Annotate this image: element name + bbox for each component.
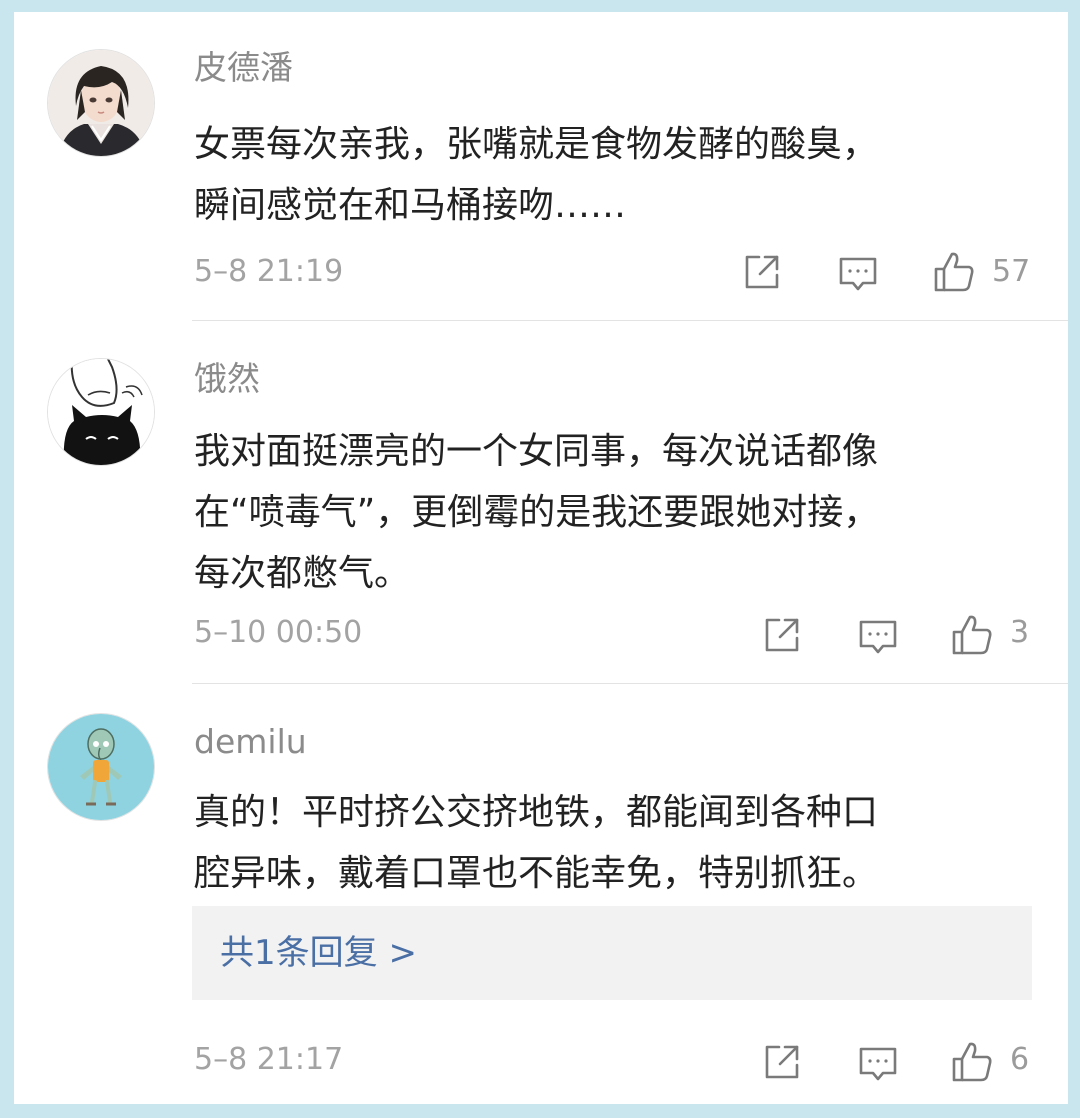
share-icon[interactable] [740,250,784,294]
timestamp: 5–10 00:50 [194,615,363,650]
comment-line: 瞬间感觉在和马桶接吻…… [194,185,627,226]
comment-line: 女票每次亲我，张嘴就是食物发酵的酸臭， [194,124,879,165]
anime-girl-avatar[interactable] [48,50,154,156]
like-count: 57 [992,254,1031,289]
comment-line: 每次都憋气。 [194,553,411,594]
comment-text: 女票每次亲我，张嘴就是食物发酵的酸臭， 瞬间感觉在和马桶接吻…… [194,114,1044,236]
share-icon[interactable] [760,613,804,657]
like-count: 3 [1010,615,1030,650]
comment-line: 在“喷毒气”，更倒霉的是我还要跟她对接， [194,492,880,533]
username[interactable]: 皮德潘 [194,46,293,90]
timestamp: 5–8 21:17 [194,1042,344,1077]
like-count: 6 [1010,1042,1030,1077]
share-icon[interactable] [760,1040,804,1084]
comment-text: 我对面挺漂亮的一个女同事，每次说话都像 在“喷毒气”，更倒霉的是我还要跟她对接，… [194,421,1044,604]
comment-icon[interactable] [836,252,880,296]
comment-list: 皮德潘 女票每次亲我，张嘴就是食物发酵的酸臭， 瞬间感觉在和马桶接吻…… 5–8… [14,12,1068,1104]
comment-icon[interactable] [856,1042,900,1086]
username[interactable]: 饿然 [194,357,260,401]
comment-item: demilu 真的！平时挤公交挤地铁，都能闻到各种口 腔异味，戴着口罩也不能幸免… [14,684,1068,1104]
comment-item: 饿然 我对面挺漂亮的一个女同事，每次说话都像 在“喷毒气”，更倒霉的是我还要跟她… [14,321,1068,683]
thumbs-up-icon[interactable] [932,250,976,294]
comment-line: 腔异味，戴着口罩也不能幸免，特别抓狂。 [194,853,879,894]
view-replies-link[interactable]: 共1条回复 > [220,930,417,976]
comment-item: 皮德潘 女票每次亲我，张嘴就是食物发酵的酸臭， 瞬间感觉在和马桶接吻…… 5–8… [14,12,1068,320]
comment-line: 真的！平时挤公交挤地铁，都能闻到各种口 [194,792,879,833]
thumbs-up-icon[interactable] [950,1040,994,1084]
comment-text: 真的！平时挤公交挤地铁，都能闻到各种口 腔异味，戴着口罩也不能幸免，特别抓狂。 [194,782,1044,904]
reply-summary-box[interactable]: 共1条回复 > [192,906,1032,1000]
thumbs-up-icon[interactable] [950,613,994,657]
timestamp: 5–8 21:19 [194,254,344,289]
comment-line: 我对面挺漂亮的一个女同事，每次说话都像 [194,431,879,472]
username[interactable]: demilu [194,720,307,764]
squidward-avatar[interactable] [48,714,154,820]
comment-icon[interactable] [856,615,900,659]
black-cat-avatar[interactable] [48,359,154,465]
